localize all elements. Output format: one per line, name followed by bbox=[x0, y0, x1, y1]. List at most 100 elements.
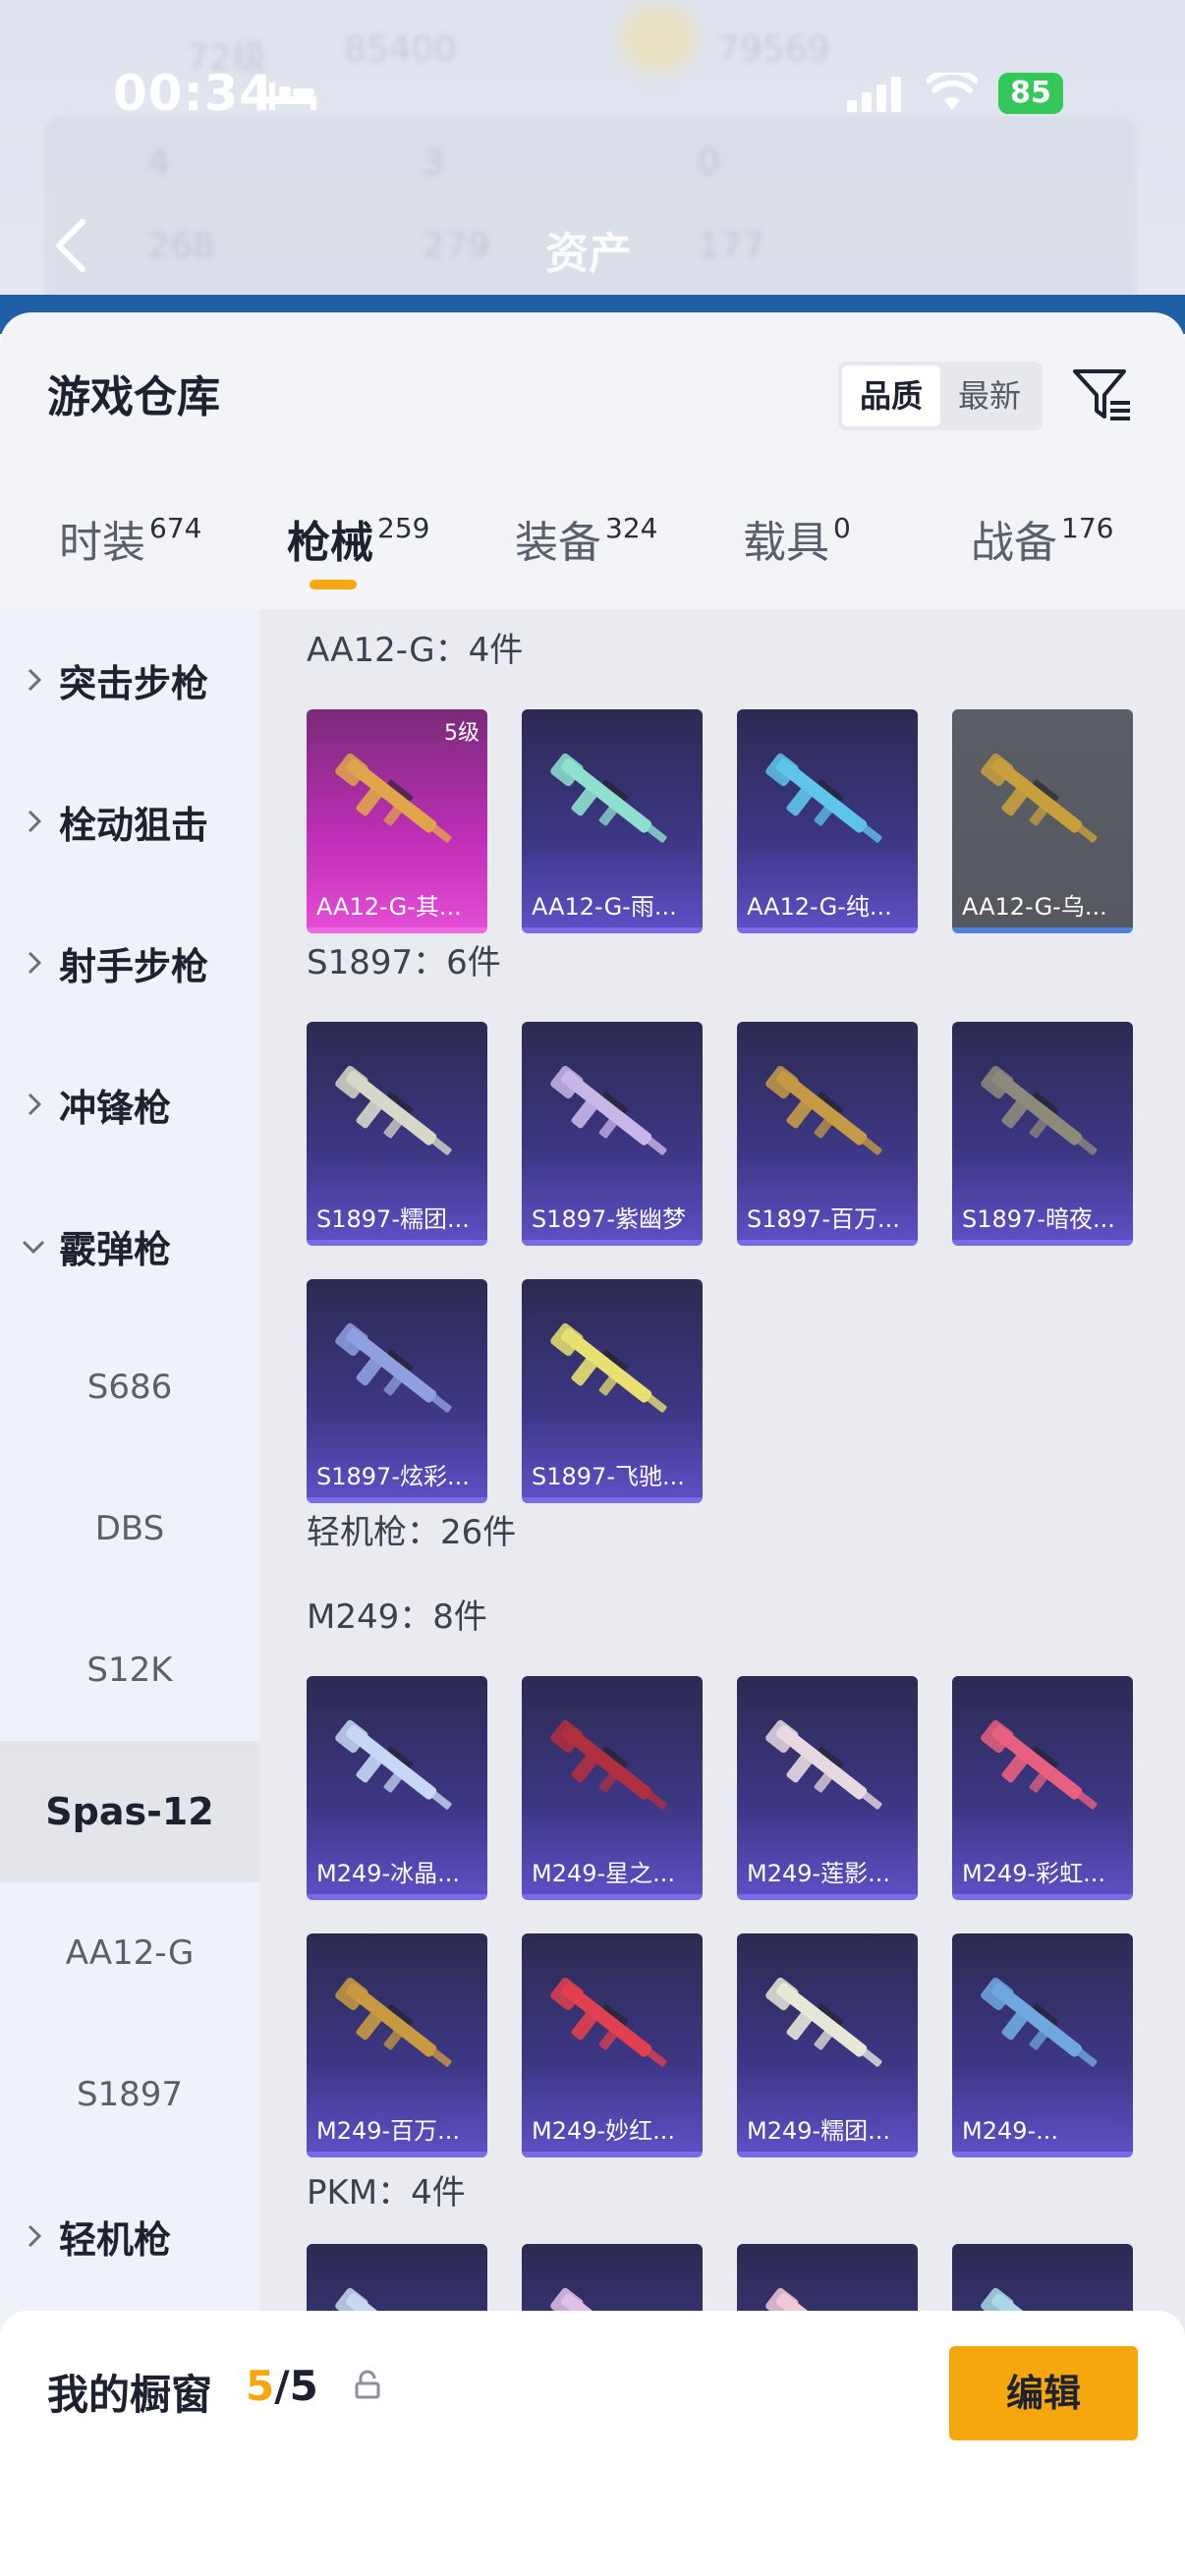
showcase-total: 5 bbox=[289, 2362, 318, 2410]
weapon-skin-image bbox=[765, 1977, 882, 2067]
weapon-skin-image bbox=[765, 753, 882, 843]
item-name: S1897-紫幽梦 bbox=[532, 1205, 686, 1233]
showcase-count: 5/5 bbox=[246, 2362, 318, 2410]
tab-fashion[interactable]: 时装 674 bbox=[59, 507, 201, 605]
item-card[interactable]: 5级 AA12-G-其... bbox=[307, 709, 487, 933]
item-card[interactable]: AA12-G-雨... bbox=[522, 709, 703, 933]
chevron-right-icon bbox=[28, 1092, 42, 1116]
clock: 00:34 bbox=[113, 65, 275, 122]
weapon-skin-image bbox=[981, 1065, 1098, 1155]
tab-count: 0 bbox=[833, 512, 851, 544]
item-name: S1897-糯团... bbox=[316, 1205, 470, 1233]
sort-quality-option[interactable]: 品质 bbox=[842, 365, 940, 426]
item-card[interactable]: AA12-G-乌... bbox=[952, 709, 1133, 933]
item-name: M249-星之... bbox=[532, 1860, 676, 1887]
item-card[interactable]: M249-莲影... bbox=[737, 1676, 918, 1900]
item-card[interactable]: M249-彩虹... bbox=[952, 1676, 1133, 1900]
status-bar: 00:34 85 bbox=[0, 59, 1185, 138]
item-card[interactable]: S1897-糯团... bbox=[307, 1022, 487, 1246]
weapon-skin-image bbox=[981, 1719, 1098, 1810]
tab-label: 载具 bbox=[743, 518, 829, 568]
weapon-skin-image bbox=[335, 753, 452, 843]
item-card[interactable]: S1897-百万... bbox=[737, 1022, 918, 1246]
sidebar-item-label: 突击步枪 bbox=[59, 661, 209, 705]
tab-count: 324 bbox=[605, 512, 658, 544]
item-card[interactable]: S1897-暗夜... bbox=[952, 1022, 1133, 1246]
sort-newest-option[interactable]: 最新 bbox=[940, 365, 1039, 426]
chevron-right-icon bbox=[28, 810, 42, 833]
tab-equipment[interactable]: 装备 324 bbox=[515, 507, 657, 605]
category-tabs: 时装 674 枪械 259 装备 324 载具 0 战备 176 bbox=[0, 507, 1185, 605]
item-name: M249-彩虹... bbox=[962, 1860, 1106, 1887]
sidebar-item-aa12g[interactable]: AA12-G bbox=[0, 1882, 259, 2024]
item-name: AA12-G-纯... bbox=[747, 893, 892, 921]
item-card[interactable]: M249-百万... bbox=[307, 1933, 487, 2157]
item-name: AA12-G-乌... bbox=[962, 893, 1107, 921]
item-name: M249-百万... bbox=[316, 2117, 461, 2145]
showcase-separator: / bbox=[274, 2362, 290, 2410]
sidebar-item-s1897[interactable]: S1897 bbox=[0, 2024, 259, 2165]
item-name: S1897-百万... bbox=[747, 1205, 900, 1233]
weapon-skin-image bbox=[335, 1977, 452, 2067]
battery-indicator: 85 bbox=[998, 73, 1063, 114]
chevron-right-icon bbox=[28, 2224, 42, 2248]
sidebar-item-label: 轻机枪 bbox=[59, 2217, 172, 2262]
sleep-mode-icon bbox=[269, 83, 316, 110]
chevron-right-icon bbox=[28, 951, 42, 975]
sidebar-item-smg[interactable]: 冲锋枪 bbox=[0, 1034, 259, 1175]
weapon-skin-image bbox=[550, 1322, 667, 1413]
tab-count: 674 bbox=[149, 512, 202, 544]
sidebar-item-assault-rifle[interactable]: 突击步枪 bbox=[0, 609, 259, 751]
sidebar-item-marksman-rifle[interactable]: 射手步枪 bbox=[0, 892, 259, 1034]
nav-bar: 资产 bbox=[0, 206, 1185, 285]
weapon-skin-image bbox=[550, 753, 667, 843]
sidebar-item-s686[interactable]: S686 bbox=[0, 1316, 259, 1458]
page-title: 游戏仓库 bbox=[47, 372, 220, 422]
item-card[interactable]: S1897-紫幽梦 bbox=[522, 1022, 703, 1246]
tab-count: 176 bbox=[1061, 512, 1114, 544]
item-name: S1897-暗夜... bbox=[962, 1205, 1115, 1233]
stat-c: 0 bbox=[698, 142, 720, 183]
edit-button[interactable]: 编辑 bbox=[949, 2346, 1138, 2440]
sidebar-item-spas12[interactable]: Spas-12 bbox=[0, 1741, 259, 1882]
group-title-m249: M249：8件 bbox=[307, 1597, 487, 1637]
tab-firearms[interactable]: 枪械 259 bbox=[287, 507, 429, 605]
chevron-down-icon bbox=[22, 1240, 45, 1255]
tab-label: 枪械 bbox=[287, 518, 373, 568]
item-card[interactable]: M249-糯团... bbox=[737, 1933, 918, 2157]
item-card[interactable]: AA12-G-纯... bbox=[737, 709, 918, 933]
sidebar-item-dbs[interactable]: DBS bbox=[0, 1458, 259, 1599]
tab-supplies[interactable]: 战备 176 bbox=[971, 507, 1113, 605]
sidebar-item-label: 射手步枪 bbox=[59, 944, 209, 988]
sidebar-item-bolt-sniper[interactable]: 栓动狙击 bbox=[0, 751, 259, 892]
weapon-skin-image bbox=[550, 1065, 667, 1155]
showcase-bar: 我的橱窗 5/5 编辑 bbox=[0, 2311, 1185, 2576]
wifi-icon bbox=[927, 73, 978, 110]
group-title-pkm: PKM：4件 bbox=[307, 2173, 466, 2212]
chevron-left-icon[interactable] bbox=[47, 216, 94, 275]
nav-title: 资产 bbox=[545, 229, 632, 279]
sidebar-item-lmg[interactable]: 轻机枪 bbox=[0, 2165, 259, 2307]
chevron-right-icon bbox=[28, 668, 42, 692]
item-card[interactable]: S1897-炫彩... bbox=[307, 1279, 487, 1503]
item-level-badge: 5级 bbox=[444, 721, 480, 746]
item-card[interactable]: M249-... bbox=[952, 1933, 1133, 2157]
sidebar-item-label: 栓动狙击 bbox=[59, 803, 209, 847]
active-tab-indicator bbox=[310, 580, 357, 589]
warehouse-sheet: 游戏仓库 品质 最新 时装 674 枪械 259 装备 324 载具 0 战备 176 突… bbox=[0, 312, 1185, 2576]
item-name: M249-妙红... bbox=[532, 2117, 676, 2145]
sidebar-item-s12k[interactable]: S12K bbox=[0, 1599, 259, 1741]
weapon-skin-image bbox=[981, 753, 1098, 843]
item-card[interactable]: M249-冰晶... bbox=[307, 1676, 487, 1900]
item-card[interactable]: M249-妙红... bbox=[522, 1933, 703, 2157]
showcase-label: 我的橱窗 bbox=[47, 2371, 213, 2419]
sidebar-item-shotgun[interactable]: 霰弹枪 bbox=[0, 1175, 259, 1316]
weapon-skin-image bbox=[550, 1719, 667, 1810]
item-card[interactable]: S1897-飞驰... bbox=[522, 1279, 703, 1503]
group-title-aa12g: AA12-G：4件 bbox=[307, 631, 524, 670]
sidebar-item-label: 冲锋枪 bbox=[59, 1086, 172, 1130]
item-card[interactable]: M249-星之... bbox=[522, 1676, 703, 1900]
tab-vehicles[interactable]: 载具 0 bbox=[743, 507, 851, 605]
filter-icon[interactable] bbox=[1071, 364, 1134, 426]
item-name: S1897-炫彩... bbox=[316, 1463, 470, 1490]
